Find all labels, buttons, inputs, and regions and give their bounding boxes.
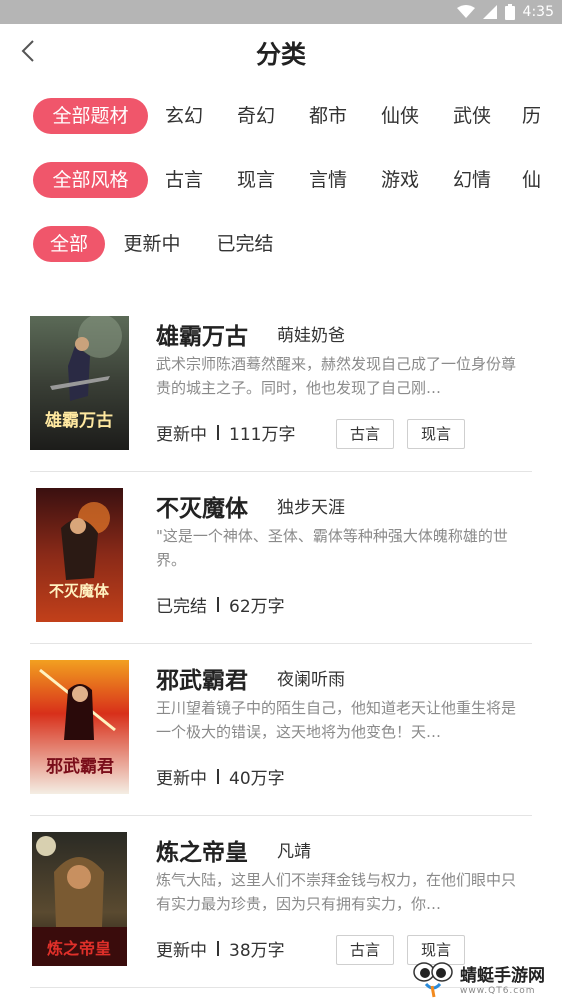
book-word-count: 111万字	[229, 425, 296, 445]
chip-style-huanqing[interactable]: 幻情	[448, 162, 496, 198]
chip-subject-qihuan[interactable]: 奇幻	[232, 98, 280, 134]
book-description: 武术宗师陈酒蓦然醒来，赫然发现自己成了一位身份尊贵的城主之子。同时，他也发现了自…	[156, 355, 517, 397]
book-description: 王川望着镜子中的陌生自己，他知道老天让他重生将是一个极大的错误，这天地将为他变色…	[156, 699, 517, 741]
chip-status-ongoing[interactable]: 更新中	[117, 226, 187, 262]
book-status: 更新中	[156, 941, 207, 961]
chip-subject-dushi[interactable]: 都市	[304, 98, 352, 134]
cover-title: 炼之帝皇	[47, 939, 111, 958]
chip-subject-lishi[interactable]: 历	[520, 98, 562, 134]
status-bar: 4:35	[0, 0, 562, 24]
book-status: 更新中	[156, 425, 207, 445]
book-status: 更新中	[156, 769, 207, 789]
wifi-icon	[456, 5, 475, 18]
book-cover[interactable]: 雄霸万古	[30, 316, 129, 450]
watermark-url: www.QT6.com	[460, 986, 536, 996]
book-word-count: 38万字	[229, 941, 285, 961]
cover-title: 不灭魔体	[49, 582, 110, 600]
book-title[interactable]: 炼之帝皇	[156, 833, 248, 867]
chip-status-all[interactable]: 全部	[33, 226, 105, 262]
chip-style-xianyan[interactable]: 现言	[232, 162, 280, 198]
app-bar: 分类	[0, 24, 562, 78]
meta-divider	[217, 425, 219, 440]
status-icons: 4:35	[456, 3, 554, 21]
watermark: 蜻蜓手游网 www.QT6.com	[412, 958, 562, 999]
chip-subject-xuanhuan[interactable]: 玄幻	[160, 98, 208, 134]
meta-divider	[217, 597, 219, 612]
book-description: 炼气大陆，这里人们不崇拜金钱与权力，在他们眼中只有实力最为珍贵，因为只有拥有实力…	[156, 871, 517, 913]
chip-style-yanqing[interactable]: 言情	[304, 162, 352, 198]
style-filter-row: 全部风格 古言 现言 言情 游戏 幻情 仙	[0, 162, 562, 198]
chip-subject-all[interactable]: 全部题材	[33, 98, 148, 134]
cover-title: 邪武霸君	[45, 756, 114, 777]
book-tag[interactable]: 古言	[336, 419, 394, 449]
cover-title: 雄霸万古	[44, 410, 113, 431]
page-title: 分类	[255, 40, 306, 69]
dragonfly-logo-icon	[413, 961, 453, 997]
chip-subject-wuxia[interactable]: 武侠	[448, 98, 496, 134]
chip-status-finished[interactable]: 已完结	[210, 226, 280, 262]
book-title[interactable]: 雄霸万古	[156, 317, 248, 351]
book-author: 夜阑听雨	[277, 670, 345, 690]
book-meta: 已完结 62万字	[156, 592, 285, 617]
book-meta: 更新中 111万字	[156, 420, 295, 445]
book-tag[interactable]: 现言	[407, 419, 465, 449]
book-cover[interactable]: 不灭魔体	[36, 488, 123, 622]
book-item[interactable]: 雄霸万古 雄霸万古 萌娃奶爸 武术宗师陈酒蓦然醒来，赫然发现自己成了一位身份尊贵…	[30, 300, 532, 472]
meta-divider	[217, 941, 219, 956]
status-filter-row: 全部 更新中 已完结	[0, 226, 562, 262]
battery-icon	[504, 4, 515, 20]
book-meta: 更新中 40万字	[156, 764, 285, 789]
chip-subject-xianxia[interactable]: 仙侠	[376, 98, 424, 134]
book-word-count: 40万字	[229, 769, 285, 789]
chip-style-all[interactable]: 全部风格	[33, 162, 148, 198]
chip-style-guyan[interactable]: 古言	[160, 162, 208, 198]
meta-divider	[217, 769, 219, 784]
signal-icon	[482, 5, 497, 19]
book-meta: 更新中 38万字	[156, 936, 285, 961]
book-author: 萌娃奶爸	[277, 326, 345, 346]
book-cover[interactable]: 邪武霸君	[30, 660, 129, 794]
book-tag[interactable]: 古言	[336, 935, 394, 965]
book-item[interactable]: 邪武霸君 邪武霸君 夜阑听雨 王川望着镜子中的陌生自己，他知道老天让他重生将是一…	[30, 644, 532, 816]
watermark-name: 蜻蜓手游网	[460, 966, 545, 986]
status-time: 4:35	[522, 4, 554, 20]
book-description: "这是一个神体、圣体、霸体等种种强大体魄称雄的世界。	[156, 527, 508, 569]
book-title[interactable]: 不灭魔体	[156, 489, 248, 523]
chip-style-xian[interactable]: 仙	[520, 162, 562, 198]
book-cover[interactable]: 炼之帝皇	[32, 832, 127, 966]
book-item[interactable]: 不灭魔体 不灭魔体 独步天涯 "这是一个神体、圣体、霸体等种种强大体魄称雄的世界…	[30, 472, 532, 644]
book-word-count: 62万字	[229, 597, 285, 617]
chip-style-youxi[interactable]: 游戏	[376, 162, 424, 198]
subject-filter-row: 全部题材 玄幻 奇幻 都市 仙侠 武侠 历	[0, 98, 562, 134]
book-title[interactable]: 邪武霸君	[156, 661, 248, 695]
book-author: 凡靖	[277, 842, 311, 862]
book-status: 已完结	[156, 597, 207, 617]
book-author: 独步天涯	[277, 498, 345, 518]
